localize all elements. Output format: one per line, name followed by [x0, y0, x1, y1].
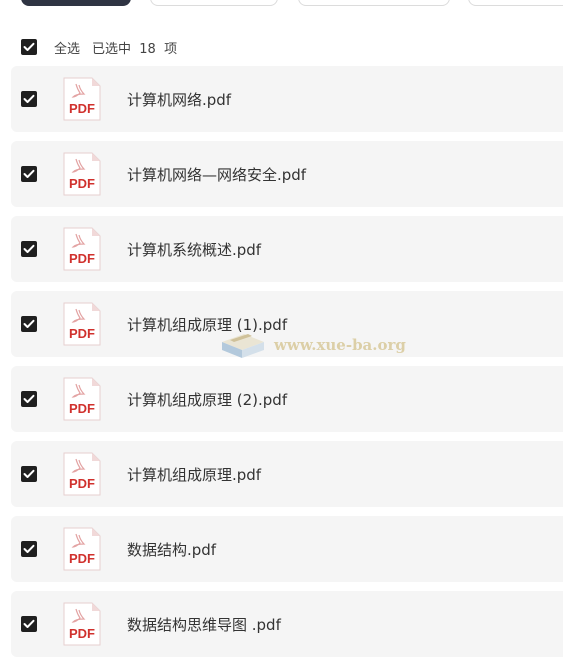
pdf-icon: PDF: [62, 376, 102, 422]
checkmark-icon: [23, 619, 35, 628]
file-name[interactable]: 计算机组成原理.pdf: [127, 464, 261, 485]
file-checkbox[interactable]: [21, 391, 37, 407]
checkmark-icon: [23, 94, 35, 103]
checkmark-icon: [23, 169, 35, 178]
select-all-checkbox[interactable]: [21, 39, 37, 55]
pdf-file-icon: PDF: [63, 302, 101, 346]
file-row[interactable]: PDF 数据结构思维导图 .pdf: [11, 591, 563, 657]
file-checkbox[interactable]: [21, 541, 37, 557]
file-name[interactable]: 计算机网络.pdf: [127, 89, 231, 110]
pdf-badge-text: PDF: [69, 551, 95, 566]
select-all-row: 全选 已选中 18 项: [21, 37, 177, 57]
pdf-icon: PDF: [62, 226, 102, 272]
file-name[interactable]: 数据结构.pdf: [127, 539, 216, 560]
pdf-badge-text: PDF: [69, 326, 95, 341]
file-checkbox[interactable]: [21, 91, 37, 107]
file-checkbox[interactable]: [21, 616, 37, 632]
pdf-badge-text: PDF: [69, 401, 95, 416]
file-name[interactable]: 数据结构思维导图 .pdf: [127, 614, 281, 635]
pdf-icon: PDF: [62, 526, 102, 572]
toolbar: [0, 0, 563, 10]
toolbar-button-4[interactable]: [468, 0, 563, 6]
pdf-badge-text: PDF: [69, 176, 95, 191]
file-name[interactable]: 计算机组成原理 (2).pdf: [127, 389, 287, 410]
file-row[interactable]: PDF 数据结构.pdf: [11, 516, 563, 582]
pdf-file-icon: PDF: [63, 227, 101, 271]
pdf-file-icon: PDF: [63, 452, 101, 496]
select-all-label[interactable]: 全选: [54, 38, 80, 57]
pdf-file-icon: PDF: [63, 602, 101, 646]
file-row[interactable]: PDF 计算机组成原理.pdf: [11, 441, 563, 507]
toolbar-button-2[interactable]: [150, 0, 278, 6]
file-row[interactable]: PDF 计算机组成原理 (2).pdf: [11, 366, 563, 432]
file-name[interactable]: 计算机系统概述.pdf: [127, 239, 261, 260]
checkmark-icon: [23, 244, 35, 253]
pdf-badge-text: PDF: [69, 476, 95, 491]
file-row[interactable]: PDF 计算机网络.pdf: [11, 66, 563, 132]
pdf-icon: PDF: [62, 76, 102, 122]
file-list: PDF 计算机网络.pdf PDF 计算机网络—网络安全.pdf PDF 计算机系统概述.…: [11, 66, 563, 666]
checkmark-icon: [23, 469, 35, 478]
toolbar-primary-button[interactable]: [21, 0, 131, 6]
pdf-icon: PDF: [62, 151, 102, 197]
toolbar-button-3[interactable]: [298, 0, 450, 6]
pdf-file-icon: PDF: [63, 77, 101, 121]
file-checkbox[interactable]: [21, 466, 37, 482]
pdf-badge-text: PDF: [69, 251, 95, 266]
file-row[interactable]: PDF 计算机系统概述.pdf: [11, 216, 563, 282]
checkmark-icon: [23, 394, 35, 403]
checkmark-icon: [23, 42, 35, 51]
pdf-file-icon: PDF: [63, 152, 101, 196]
file-name[interactable]: 计算机组成原理 (1).pdf: [127, 314, 287, 335]
pdf-icon: PDF: [62, 451, 102, 497]
pdf-icon: PDF: [62, 601, 102, 647]
file-name[interactable]: 计算机网络—网络安全.pdf: [127, 164, 306, 185]
file-row[interactable]: PDF 计算机组成原理 (1).pdf: [11, 291, 563, 357]
pdf-icon: PDF: [62, 301, 102, 347]
checkmark-icon: [23, 319, 35, 328]
selected-count-text: 已选中 18 项: [92, 41, 178, 57]
pdf-file-icon: PDF: [63, 377, 101, 421]
pdf-badge-text: PDF: [69, 626, 95, 641]
checkmark-icon: [23, 544, 35, 553]
file-checkbox[interactable]: [21, 166, 37, 182]
file-row[interactable]: PDF 计算机网络—网络安全.pdf: [11, 141, 563, 207]
pdf-badge-text: PDF: [69, 101, 95, 116]
file-checkbox[interactable]: [21, 316, 37, 332]
pdf-file-icon: PDF: [63, 527, 101, 571]
file-checkbox[interactable]: [21, 241, 37, 257]
